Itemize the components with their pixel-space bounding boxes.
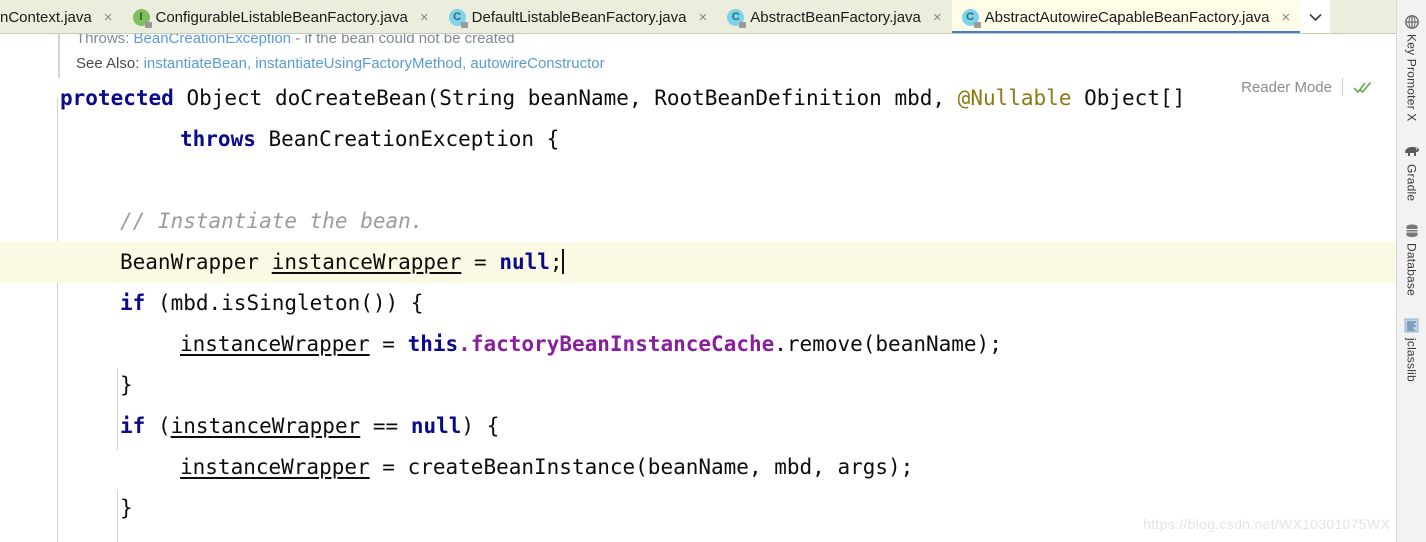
editor-tab-3[interactable]: C AbstractBeanFactory.java × [717,0,952,33]
javadoc-throws-line: Throws: BeanCreationException - if the b… [0,34,1396,52]
operator-equals: = [369,332,408,356]
editor-tab-label: nContext.java [0,8,92,26]
keyword-if: if [120,414,146,438]
code-area[interactable]: protected Object doCreateBean(String bea… [0,78,1396,542]
javadoc-throws-desc: - if the bean could not be created [295,34,515,47]
variable-instancewrapper: instanceWrapper [271,250,462,274]
close-icon[interactable]: × [931,10,944,25]
tool-button-key-promoter-x[interactable]: Key Promoter X [1404,10,1420,132]
code-line-if-singleton[interactable]: if (mbd.isSingleton()) { [0,283,1396,324]
keyword-this: this [407,332,459,356]
keyword-null: null [410,414,462,438]
chevron-down-icon[interactable] [1300,0,1331,33]
key-promoter-icon [1404,14,1420,30]
if-tail: ) { [461,414,500,438]
editor-tab-4-active[interactable]: C AbstractAutowireCapableBeanFactory.jav… [951,0,1301,33]
close-icon[interactable]: × [102,10,115,25]
javadoc-see-also-links[interactable]: instantiateBean, instantiateUsingFactory… [144,55,605,72]
code-line-throws[interactable]: throws BeanCreationException { [0,119,1396,160]
javadoc-panel: Throws: BeanCreationException - if the b… [0,34,1396,78]
keyword-null: null [499,250,550,274]
signature-text: Object doCreateBean(String beanName, Roo… [173,86,958,110]
dot-operator: . [458,332,471,356]
class-icon: C [448,8,468,28]
ide-window: nContext.java × I ConfigurableListableBe… [0,0,1426,542]
class-icon: C [961,8,981,28]
method-call-remove: .remove(beanName); [774,332,1002,356]
editor-tab-bar: nContext.java × I ConfigurableListableBe… [0,0,1396,34]
interface-icon: I [132,8,152,28]
variable-instancewrapper: instanceWrapper [180,332,370,356]
editor-tab-label: ConfigurableListableBeanFactory.java [155,8,408,26]
tool-button-label: Gradle [1404,163,1419,201]
javadoc-throws-link[interactable]: BeanCreationException [134,34,292,47]
database-icon [1404,223,1420,239]
code-line-assign-createbeaninstance[interactable]: instanceWrapper = createBeanInstance(bea… [0,447,1396,488]
tool-button-label: Key Promoter X [1404,34,1419,122]
code-line-declaration[interactable]: BeanWrapper instanceWrapper = null; [0,242,1396,283]
code-editor[interactable]: Throws: BeanCreationException - if the b… [0,34,1396,542]
code-line-signature[interactable]: protected Object doCreateBean(String bea… [0,78,1396,119]
tool-button-jclasslib[interactable]: jclasslib [1404,314,1420,392]
editor-tab-label: AbstractBeanFactory.java [750,8,921,26]
code-line-blank[interactable] [0,160,1396,201]
field-factorybeaninstancecache: factoryBeanInstanceCache [470,332,775,356]
javadoc-throws-label: Throws: [76,34,130,47]
keyword-protected: protected [60,86,174,110]
keyword-if: if [120,291,146,315]
text-cursor [561,249,564,274]
annotation-nullable: @Nullable [957,86,1072,110]
close-brace: } [120,496,133,520]
operator-equals: = [461,250,500,274]
gradle-elephant-icon [1404,144,1420,160]
right-tool-window-bar: Key Promoter X Gradle Database jclasslib [1396,0,1426,542]
if-condition-text: (mbd.isSingleton()) { [145,291,424,315]
code-line-comment[interactable]: // Instantiate the bean. [0,201,1396,242]
editor-tab-1[interactable]: I ConfigurableListableBeanFactory.java × [122,0,439,33]
javadoc-see-also-line: See Also: instantiateBean, instantiateUs… [0,52,1396,76]
tool-button-label: jclasslib [1404,337,1419,382]
editor-tab-label: AbstractAutowireCapableBeanFactory.java [984,8,1270,26]
code-line-assign-cache[interactable]: instanceWrapper = this.factoryBeanInstan… [0,324,1396,365]
comment-text: // Instantiate the bean. [120,209,424,233]
method-call-createbeaninstance: = createBeanInstance(beanName, mbd, args… [369,455,914,479]
editor-tab-0[interactable]: nContext.java × [0,0,123,33]
editor-tab-2[interactable]: C DefaultListableBeanFactory.java × [438,0,718,33]
close-icon[interactable]: × [418,10,431,25]
code-line-close-brace-1[interactable]: } [0,365,1396,406]
watermark: https://blog.csdn.net/WX10301075WX [1143,516,1390,532]
tool-button-gradle[interactable]: Gradle [1404,140,1420,211]
keyword-throws: throws [180,127,256,151]
jclasslib-icon [1404,318,1420,334]
javadoc-left-bar [58,34,60,78]
type-beanwrapper: BeanWrapper [120,250,272,274]
signature-text-tail: Object[] [1071,86,1186,110]
close-brace: } [120,373,133,397]
editor-tab-label: DefaultListableBeanFactory.java [471,8,687,26]
operator-equality: == [360,414,411,438]
code-line-if-null[interactable]: if (instanceWrapper == null) { [0,406,1396,447]
throws-text: BeanCreationException { [255,127,560,151]
close-icon[interactable]: × [1280,10,1293,25]
tool-button-database[interactable]: Database [1404,219,1420,306]
variable-instancewrapper: instanceWrapper [180,455,370,479]
tool-button-label: Database [1404,242,1419,296]
open-paren: ( [145,414,171,438]
javadoc-see-also-label: See Also: [76,55,140,72]
close-icon[interactable]: × [696,10,709,25]
class-icon: C [727,8,747,28]
variable-instancewrapper: instanceWrapper [170,414,361,438]
